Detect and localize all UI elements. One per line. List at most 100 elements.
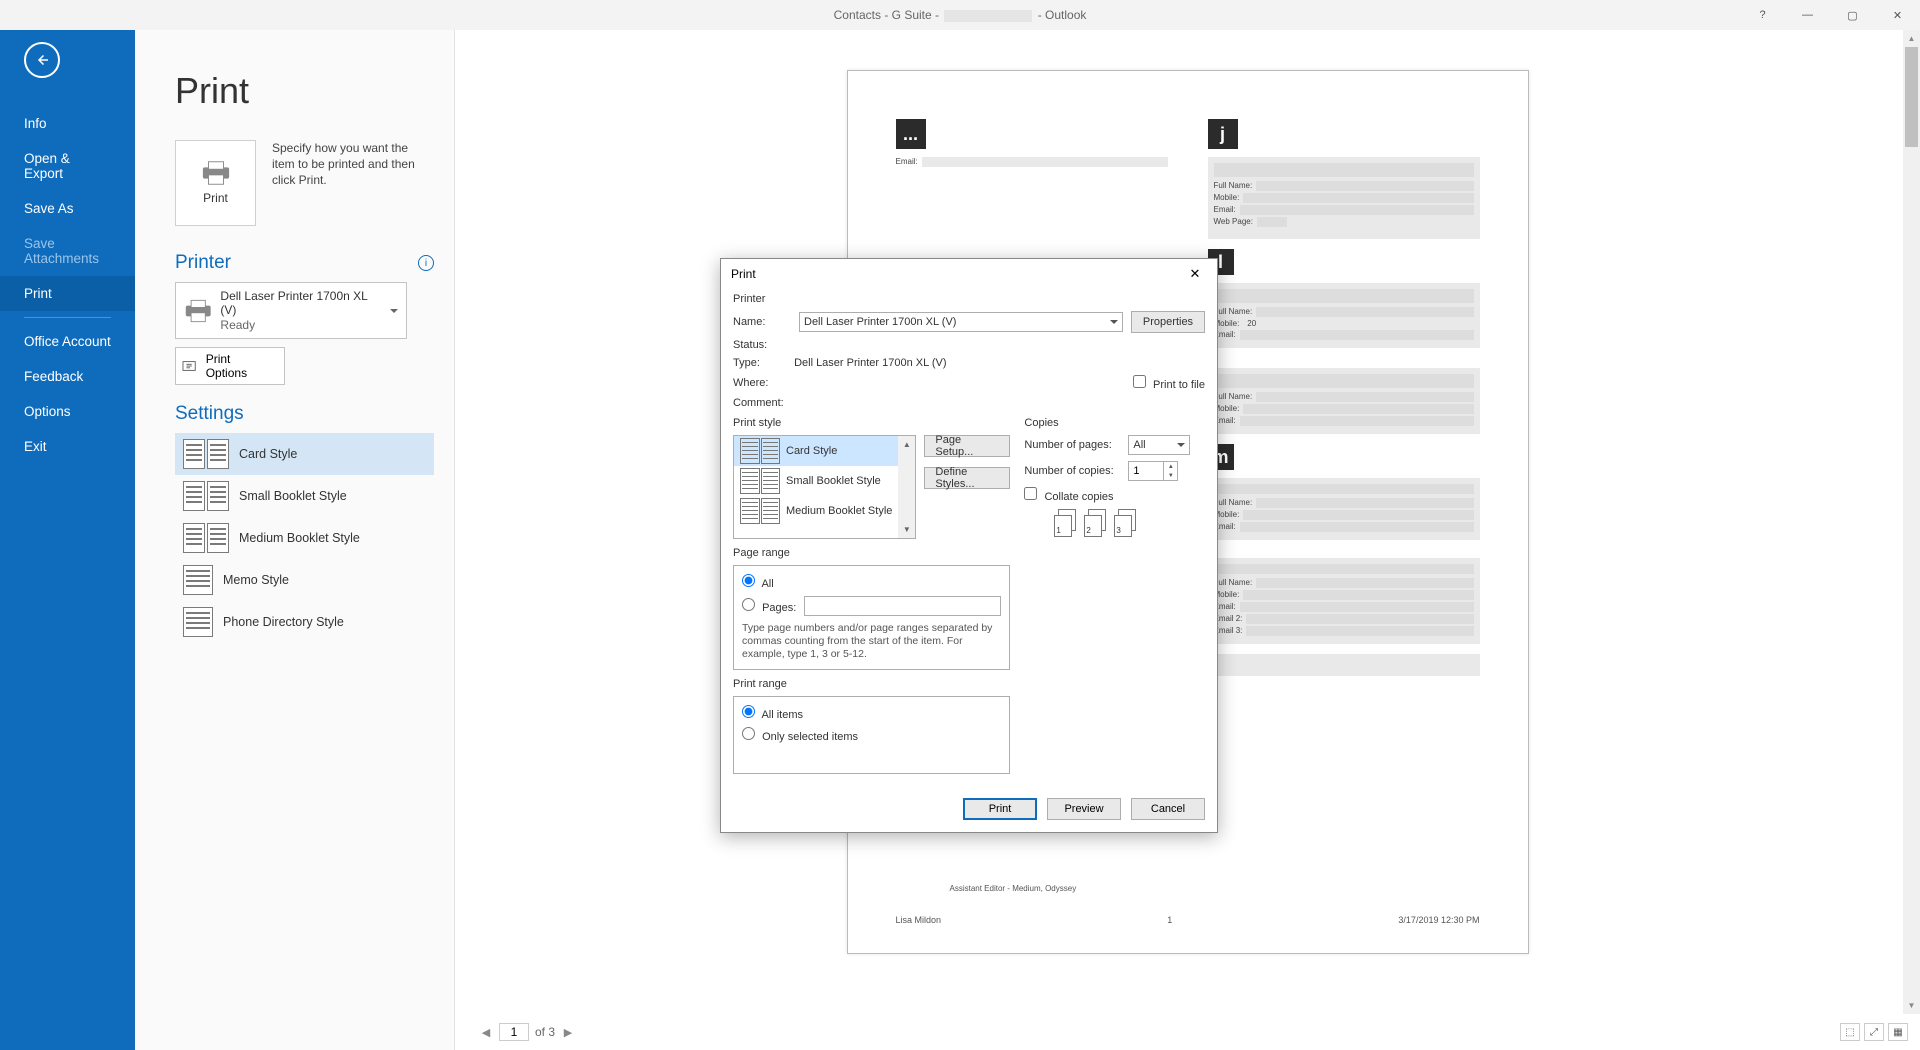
page-range-all-radio[interactable]: All [742,574,774,590]
fit-page-icon[interactable]: ⤢ [1864,1023,1884,1041]
chevron-down-icon[interactable]: ▼ [898,521,915,538]
dialog-print-button[interactable]: Print [963,798,1037,820]
page-range-pages-radio[interactable]: Pages: [742,598,796,614]
print-range-selected-radio[interactable]: Only selected items [742,727,858,743]
minimize-button[interactable]: — [1785,0,1830,30]
num-copies-spinner[interactable]: ▲▼ [1128,461,1178,481]
back-button[interactable] [24,42,60,78]
printer-select[interactable]: Dell Laser Printer 1700n XL (V) Ready [175,282,407,339]
sidebar-item-print[interactable]: Print [0,276,135,311]
page-setup-button[interactable]: Page Setup... [924,435,1010,457]
print-settings-panel: Print Print Specify how you want the ite… [135,30,455,1050]
printer-heading: Printer [175,252,231,274]
maximize-button[interactable]: ▢ [1830,0,1875,30]
page-total-label: of 3 [535,1025,555,1039]
sidebar-divider [24,317,111,318]
sidebar-item-save-attachments: Save Attachments [0,226,135,276]
dialog-style-list: Card Style Small Booklet Style Medium Bo… [734,436,898,538]
print-style-group-title: Print style [733,417,1010,429]
multi-page-icon[interactable]: ▦ [1888,1023,1908,1041]
printer-group-title: Printer [733,293,1205,305]
sidebar-item-open-export[interactable]: Open & Export [0,141,135,191]
style-list-scrollbar[interactable]: ▲▼ [898,436,915,538]
pages-input[interactable] [804,596,1001,616]
copies-group-title: Copies [1024,417,1205,429]
style-small-booklet[interactable]: Small Booklet Style [175,475,434,517]
sidebar-item-office-account[interactable]: Office Account [0,324,135,359]
dialog-close-button[interactable]: ✕ [1181,263,1209,285]
style-thumb-icon [183,607,213,637]
sidebar-item-exit[interactable]: Exit [0,429,135,464]
preview-header-right: j [1208,119,1238,149]
print-styles-list: Card Style Small Booklet Style Medium Bo… [175,433,434,643]
printer-icon [201,161,231,185]
window-title-prefix: Contacts - G Suite - [834,8,939,22]
properties-button[interactable]: Properties [1131,311,1205,333]
sidebar-item-info[interactable]: Info [0,106,135,141]
print-tile[interactable]: Print [175,140,256,226]
settings-heading: Settings [175,403,244,425]
page-range-hint: Type page numbers and/or page ranges sep… [742,622,1001,661]
print-range-all-items-radio[interactable]: All items [742,705,803,721]
scroll-down-icon[interactable]: ▼ [1903,997,1920,1014]
page-title: Print [175,70,434,112]
page-next-button[interactable]: ▶ [561,1026,575,1039]
dialog-style-card[interactable]: Card Style [734,436,898,466]
dialog-style-medium-booklet[interactable]: Medium Booklet Style [734,496,898,526]
close-window-button[interactable]: ✕ [1875,0,1920,30]
dialog-preview-button[interactable]: Preview [1047,798,1121,820]
style-thumb-icon [183,481,229,511]
dialog-title: Print [731,267,756,281]
print-dialog: Print ✕ Printer Name: Dell Laser Printer… [720,258,1218,833]
spin-up-icon[interactable]: ▲ [1163,462,1177,471]
printer-info-icon[interactable]: i [418,255,434,271]
print-range-group-title: Print range [733,678,1010,690]
sidebar-item-feedback[interactable]: Feedback [0,359,135,394]
window-title-suffix: - Outlook [1038,8,1087,22]
preview-pager: ◀ of 3 ▶ ⬚ ⤢ ▦ [455,1014,1920,1050]
backstage-sidebar: Info Open & Export Save As Save Attachme… [0,30,135,1050]
dialog-cancel-button[interactable]: Cancel [1131,798,1205,820]
preview-role-line: Assistant Editor - Medium, Odyssey [950,884,1077,893]
define-styles-button[interactable]: Define Styles... [924,467,1010,489]
collate-visual: 11 22 33 [1054,509,1205,537]
printer-name: Dell Laser Printer 1700n XL (V) [220,289,367,317]
printer-name-select[interactable]: Dell Laser Printer 1700n XL (V) [799,312,1123,332]
style-card[interactable]: Card Style [175,433,434,475]
dialog-style-small-booklet[interactable]: Small Booklet Style [734,466,898,496]
scroll-up-icon[interactable]: ▲ [1903,30,1920,47]
printer-status: Ready [220,318,378,332]
print-options-button[interactable]: Print Options [175,347,285,385]
redacted-account [944,10,1032,22]
spin-down-icon[interactable]: ▼ [1163,471,1177,480]
preview-footer-right: 3/17/2019 12:30 PM [1398,915,1479,925]
style-phone-directory[interactable]: Phone Directory Style [175,601,434,643]
print-options-icon [182,359,200,373]
sidebar-item-options[interactable]: Options [0,394,135,429]
chevron-up-icon[interactable]: ▲ [898,436,915,453]
printer-small-icon [184,299,212,323]
style-memo[interactable]: Memo Style [175,559,434,601]
page-range-group-title: Page range [733,547,1010,559]
scroll-thumb[interactable] [1905,47,1918,147]
page-number-input[interactable] [499,1023,529,1041]
back-arrow-icon [33,51,51,69]
print-description: Specify how you want the item to be prin… [272,140,417,226]
num-copies-input[interactable] [1129,462,1163,480]
actual-size-icon[interactable]: ⬚ [1840,1023,1860,1041]
style-thumb-icon [183,439,229,469]
num-pages-select[interactable]: All [1128,435,1190,455]
print-to-file-checkbox[interactable]: Print to file [1133,375,1205,391]
preview-scrollbar[interactable]: ▲ ▼ [1903,30,1920,1014]
print-tile-label: Print [203,191,228,205]
collate-checkbox[interactable]: Collate copies [1024,487,1113,503]
preview-footer-left: Lisa Mildon [896,915,942,925]
help-button[interactable]: ? [1740,0,1785,30]
preview-footer-center: 1 [1167,915,1172,925]
style-thumb-icon [183,523,229,553]
sidebar-item-save-as[interactable]: Save As [0,191,135,226]
preview-header-left: ... [896,119,926,149]
style-medium-booklet[interactable]: Medium Booklet Style [175,517,434,559]
page-prev-button[interactable]: ◀ [479,1026,493,1039]
name-label: Name: [733,316,791,328]
